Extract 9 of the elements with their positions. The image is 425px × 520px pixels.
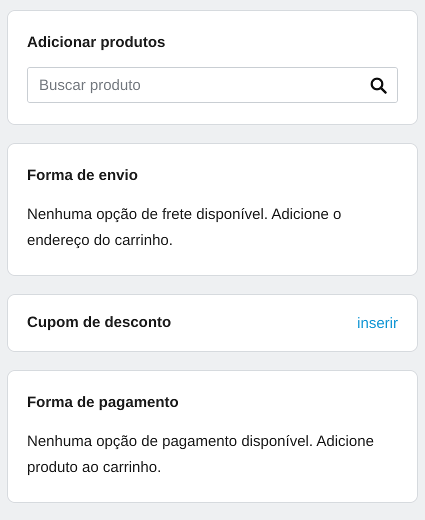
search-field[interactable]: Buscar produto <box>27 67 398 103</box>
section-title: Forma de pagamento <box>27 393 180 413</box>
insert-link[interactable]: inserir <box>357 314 398 332</box>
info-text: Nenhuma opção de pagamento disponível. Adicione produto ao carrinho. <box>27 432 375 478</box>
section-title: Cupom de desconto <box>27 313 172 333</box>
search-icon[interactable] <box>370 77 387 94</box>
section-title: Adicionar produtos <box>27 33 166 53</box>
section-title: Forma de envio <box>27 166 139 186</box>
info-text: Nenhuma opção de frete disponível. Adicione o endereço do carrinho. <box>27 205 342 251</box>
